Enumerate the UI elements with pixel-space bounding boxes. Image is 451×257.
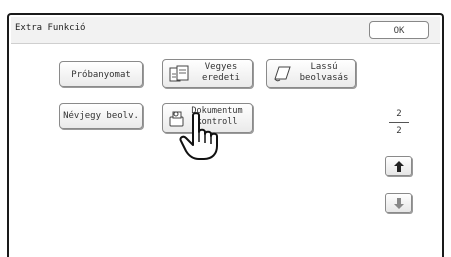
proof-copy-button[interactable]: Próbanyomat bbox=[59, 61, 143, 87]
proof-copy-label: Próbanyomat bbox=[71, 70, 131, 80]
scroll-down-button[interactable] bbox=[385, 193, 412, 213]
arrow-down-icon bbox=[394, 198, 404, 209]
page-indicator: 2 2 bbox=[384, 109, 414, 136]
ok-button[interactable]: OK bbox=[369, 21, 429, 39]
mixed-originals-button[interactable]: Vegyes eredeti bbox=[162, 59, 253, 88]
pointing-hand-icon bbox=[179, 112, 218, 160]
slow-scan-label: Lassú beolvasás bbox=[299, 62, 349, 83]
title-bar: Extra Funkció OK bbox=[11, 17, 440, 44]
business-card-scan-label: Névjegy beolv. bbox=[63, 111, 139, 121]
slow-scan-icon bbox=[272, 65, 292, 86]
arrow-up-icon bbox=[394, 161, 404, 172]
total-pages: 2 bbox=[396, 126, 402, 136]
business-card-scan-button[interactable]: Névjegy beolv. bbox=[59, 103, 143, 129]
page-divider bbox=[389, 122, 409, 123]
mixed-originals-icon bbox=[169, 65, 189, 86]
current-page: 2 bbox=[396, 109, 402, 119]
scroll-up-button[interactable] bbox=[385, 156, 412, 176]
dialog-title: Extra Funkció bbox=[15, 23, 86, 33]
mixed-originals-label: Vegyes eredeti bbox=[202, 62, 240, 83]
slow-scan-button[interactable]: Lassú beolvasás bbox=[266, 59, 356, 88]
